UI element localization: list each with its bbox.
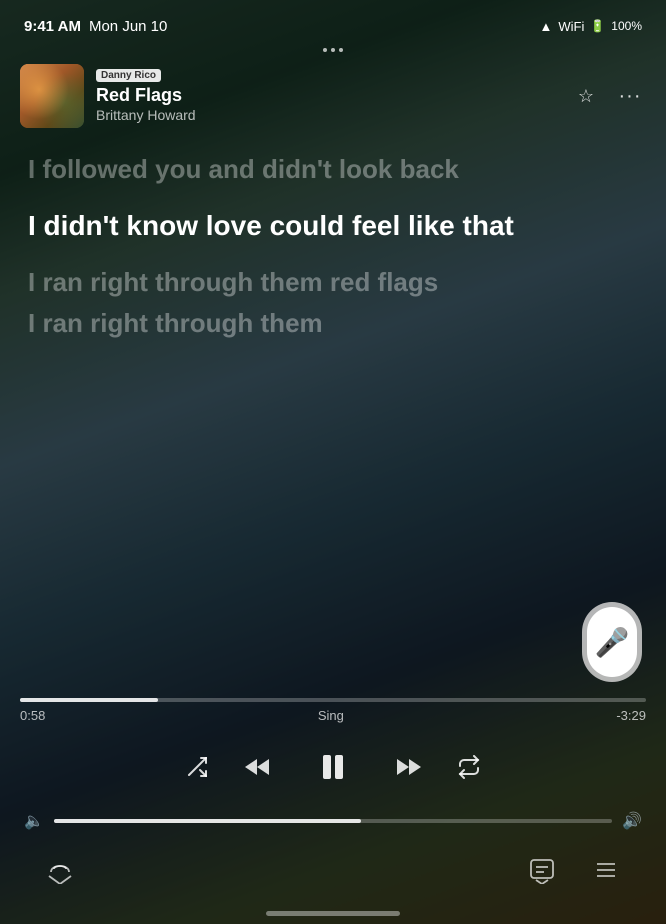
forward-button[interactable]	[393, 751, 425, 783]
volume-section: 🔈 🔊	[0, 807, 666, 843]
battery-level: 100%	[611, 19, 642, 33]
progress-fill	[20, 698, 158, 702]
lyrics-area: I followed you and didn't look back I di…	[0, 136, 666, 698]
time-elapsed: 0:58	[20, 708, 45, 723]
volume-fill	[54, 819, 361, 823]
progress-bar[interactable]	[20, 698, 646, 702]
album-art[interactable]	[20, 64, 84, 128]
volume-high-icon: 🔊	[622, 811, 642, 831]
lyric-active-block: I didn't know love could feel like that	[28, 207, 638, 245]
wifi-icon: ▲	[539, 19, 552, 34]
battery-icon: 🔋	[590, 19, 605, 33]
microphone-icon: 🎤	[595, 626, 630, 659]
status-time: 9:41 AM	[24, 18, 81, 35]
sing-label: Sing	[318, 708, 344, 723]
star-button[interactable]: ☆	[570, 80, 602, 112]
track-artist: Brittany Howard	[96, 107, 196, 123]
home-pill	[266, 911, 400, 916]
more-button[interactable]: ···	[614, 80, 646, 112]
time-remaining: -3:29	[616, 708, 646, 723]
now-playing-header: Danny Rico Red Flags Brittany Howard ☆ ·…	[0, 56, 666, 136]
lyric-active-part2: could feel like that	[270, 210, 514, 241]
track-user: Danny Rico	[96, 69, 196, 82]
volume-low-icon: 🔈	[24, 811, 44, 831]
track-text: Danny Rico Red Flags Brittany Howard	[96, 69, 196, 124]
wifi-strength: WiFi	[558, 19, 584, 34]
pause-button[interactable]	[305, 739, 361, 795]
volume-bar[interactable]	[54, 819, 612, 823]
top-menu	[0, 44, 666, 56]
lyric-previous: I followed you and didn't look back	[28, 152, 638, 187]
queue-button[interactable]	[586, 851, 626, 891]
home-indicator	[0, 911, 666, 924]
status-icons: ▲ WiFi 🔋 100%	[539, 19, 642, 34]
progress-section: 0:58 Sing -3:29	[0, 698, 666, 727]
header-actions: ☆ ···	[570, 80, 646, 112]
drag-handle[interactable]	[323, 48, 343, 52]
bottom-bar	[0, 843, 666, 911]
shuffle-button[interactable]	[185, 755, 209, 779]
lyric-active-part1: I didn't know love	[28, 210, 270, 241]
status-bar: 9:41 AM Mon Jun 10 ▲ WiFi 🔋 100%	[0, 0, 666, 44]
progress-times: 0:58 Sing -3:29	[20, 708, 646, 723]
lyric-active: I didn't know love could feel like that	[28, 207, 638, 245]
transport-controls	[0, 727, 666, 807]
rewind-button[interactable]	[241, 751, 273, 783]
lyrics-button[interactable]	[522, 851, 562, 891]
lyric-future-1: I ran right through them red flags	[28, 265, 638, 300]
airplay-button[interactable]	[40, 851, 80, 891]
karaoke-button[interactable]: 🎤	[582, 602, 642, 682]
repeat-button[interactable]	[457, 755, 481, 779]
user-badge: Danny Rico	[96, 69, 161, 82]
track-info: Danny Rico Red Flags Brittany Howard	[20, 64, 196, 128]
status-date: Mon Jun 10	[89, 18, 167, 35]
lyric-future-2: I ran right through them	[28, 306, 638, 341]
track-title: Red Flags	[96, 85, 196, 107]
